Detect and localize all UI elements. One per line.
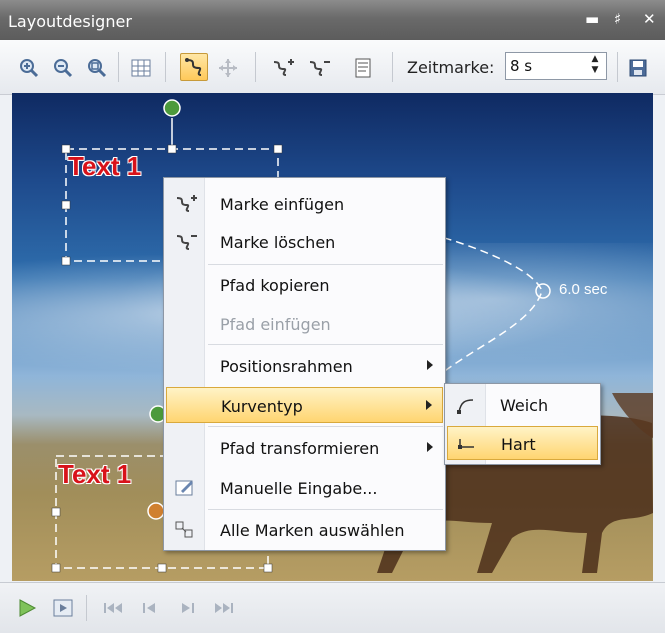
menu-item-label: Positionsrahmen <box>220 357 353 376</box>
context-menu: Marke einfügen Marke löschen Pfad kopier… <box>163 177 446 551</box>
submenu-item-label: Weich <box>500 396 549 415</box>
zoom-out-icon[interactable] <box>50 55 76 81</box>
preview-icon[interactable] <box>52 597 74 619</box>
minimize-icon[interactable]: ▬ <box>585 10 599 28</box>
smooth-curve-icon <box>455 394 477 420</box>
menu-separator <box>208 426 443 427</box>
menu-item-marke-einfuegen[interactable]: Marke einfügen <box>166 186 443 222</box>
toolbar: Zeitmarke: 8 s ▲ ▼ <box>0 40 665 95</box>
toolbar-separator <box>118 52 119 82</box>
first-frame-icon[interactable] <box>102 597 124 619</box>
menu-item-alle-marken-auswaehlen[interactable]: Alle Marken auswählen <box>166 512 443 548</box>
playback-bar <box>0 582 665 633</box>
toolbar-separator <box>86 595 87 621</box>
grid-icon[interactable] <box>128 55 154 81</box>
window-title: Layoutdesigner <box>8 12 132 31</box>
submenu-item-hart[interactable]: Hart <box>447 426 598 460</box>
menu-item-pfad-transformieren[interactable]: Pfad transformieren <box>166 430 443 466</box>
last-frame-icon[interactable] <box>212 597 234 619</box>
menu-item-label: Alle Marken auswählen <box>220 521 405 540</box>
menu-item-kurventyp[interactable]: Kurventyp <box>166 387 443 423</box>
text-element-top[interactable]: Text 1 <box>68 151 141 182</box>
motion-path-icon[interactable] <box>180 53 208 81</box>
menu-item-label: Kurventyp <box>221 397 303 416</box>
menu-item-label: Marke einfügen <box>220 195 345 214</box>
menu-item-pfad-einfuegen: Pfad einfügen <box>166 306 443 342</box>
submenu-item-label: Hart <box>501 435 536 454</box>
menu-item-label: Marke löschen <box>220 233 336 252</box>
zeitmarke-spinner[interactable]: ▲ ▼ <box>585 54 605 78</box>
menu-item-label: Pfad kopieren <box>220 276 330 295</box>
toolbar-separator <box>392 52 393 82</box>
zoom-in-icon[interactable] <box>16 55 42 81</box>
menu-item-marke-loeschen[interactable]: Marke löschen <box>166 224 443 260</box>
hard-curve-icon <box>456 433 478 459</box>
zoom-fit-icon[interactable] <box>84 55 110 81</box>
manual-input-icon <box>174 477 196 499</box>
save-icon[interactable] <box>625 55 651 81</box>
toolbar-separator <box>165 52 166 82</box>
zeitmarke-label: Zeitmarke: <box>407 58 495 77</box>
toolbar-separator <box>255 52 256 82</box>
menu-separator <box>208 344 443 345</box>
text-element-bottom[interactable]: Text 1 <box>58 459 131 490</box>
next-frame-icon[interactable] <box>176 597 198 619</box>
add-mark-icon[interactable] <box>270 55 296 81</box>
pin-icon[interactable]: ♯ <box>614 10 621 28</box>
previous-frame-icon[interactable] <box>140 597 162 619</box>
time-mark-label: 6.0 sec <box>559 281 608 298</box>
remove-mark-icon[interactable] <box>306 55 332 81</box>
title-bar: Layoutdesigner ▬ ♯ ✕ <box>0 0 665 40</box>
submenu-item-weich[interactable]: Weich <box>447 388 598 422</box>
submenu-arrow-icon <box>427 360 433 370</box>
properties-icon[interactable] <box>350 55 376 81</box>
move-icon[interactable] <box>215 55 241 81</box>
select-all-marks-icon <box>174 519 196 541</box>
menu-item-pfad-kopieren[interactable]: Pfad kopieren <box>166 267 443 303</box>
menu-item-label: Pfad einfügen <box>220 315 331 334</box>
layoutdesigner-window: Layoutdesigner ▬ ♯ ✕ Zeitmarke: 8 s ▲ ▼ … <box>0 0 665 633</box>
close-icon[interactable]: ✕ <box>643 10 656 28</box>
remove-mark-icon <box>174 231 197 253</box>
menu-separator <box>208 264 443 265</box>
submenu-kurventyp: Weich Hart <box>444 383 601 465</box>
menu-item-label: Pfad transformieren <box>220 439 380 458</box>
play-icon[interactable] <box>16 597 38 619</box>
menu-item-positionsrahmen[interactable]: Positionsrahmen <box>166 348 443 384</box>
submenu-arrow-icon <box>426 400 432 410</box>
menu-item-label: Manuelle Eingabe... <box>220 479 378 498</box>
menu-separator <box>208 509 443 510</box>
add-mark-icon <box>174 193 197 215</box>
submenu-arrow-icon <box>427 442 433 452</box>
toolbar-separator <box>617 52 618 82</box>
menu-item-manuelle-eingabe[interactable]: Manuelle Eingabe... <box>166 470 443 506</box>
